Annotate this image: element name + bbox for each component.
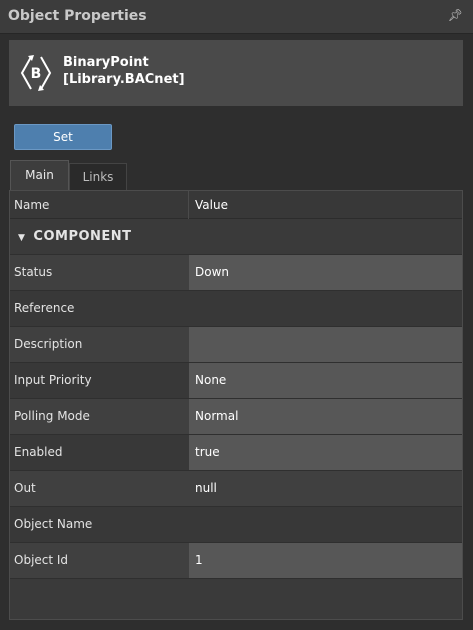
object-header: B BinaryPoint [Library.BACnet] (9, 40, 463, 106)
property-row-polling-mode[interactable]: Polling Mode Normal (10, 399, 462, 435)
binary-point-icon: B (20, 55, 52, 91)
property-name: Out (14, 481, 36, 495)
property-row-out[interactable]: Out null (10, 471, 462, 507)
property-grid: Name Value ▼ COMPONENT Status Down Refere… (9, 190, 463, 620)
tab-main[interactable]: Main (10, 160, 69, 190)
property-value[interactable] (189, 291, 462, 326)
property-row-object-name[interactable]: Object Name (10, 507, 462, 543)
pin-icon[interactable]: 📌︎ (448, 8, 463, 22)
property-row-reference[interactable]: Reference (10, 291, 462, 327)
name-column-header: Name (14, 198, 50, 212)
property-name: Enabled (14, 445, 63, 459)
property-row-object-id[interactable]: Object Id 1 (10, 543, 462, 579)
property-value (189, 507, 462, 542)
grid-header: Name Value (10, 191, 462, 219)
section-title: ▼ COMPONENT (18, 219, 132, 254)
set-button[interactable]: Set (14, 124, 112, 150)
property-row-input-priority[interactable]: Input Priority None (10, 363, 462, 399)
tab-links[interactable]: Links (69, 163, 127, 190)
property-value[interactable]: true (189, 435, 462, 470)
property-name: Object Id (14, 553, 69, 567)
property-name: Polling Mode (14, 409, 90, 423)
chevron-down-icon[interactable]: ▼ (18, 233, 25, 243)
property-row-status[interactable]: Status Down (10, 255, 462, 291)
property-row-description[interactable]: Description (10, 327, 462, 363)
property-name: Description (14, 337, 83, 351)
property-value[interactable]: Normal (189, 399, 462, 434)
property-value[interactable] (189, 327, 462, 362)
property-name: Input Priority (14, 373, 92, 387)
panel-titlebar: Object Properties 📌︎ (0, 0, 473, 34)
panel-title: Object Properties (8, 8, 147, 24)
value-column-header: Value (195, 198, 228, 212)
property-value[interactable]: 1 (189, 543, 462, 578)
svg-text:B: B (31, 66, 42, 82)
property-name: Object Name (14, 517, 93, 531)
property-value: null (195, 481, 217, 495)
property-value[interactable]: Down (189, 255, 462, 290)
object-type: BinaryPoint (63, 55, 149, 70)
section-label: COMPONENT (33, 229, 132, 244)
property-name: Status (14, 265, 53, 279)
object-library: [Library.BACnet] (63, 72, 185, 87)
property-row-enabled[interactable]: Enabled true (10, 435, 462, 471)
section-component[interactable]: ▼ COMPONENT (10, 219, 462, 255)
property-name: Reference (14, 301, 75, 315)
property-value[interactable]: None (189, 363, 462, 398)
object-name: BinaryPoint [Library.BACnet] (63, 54, 185, 88)
